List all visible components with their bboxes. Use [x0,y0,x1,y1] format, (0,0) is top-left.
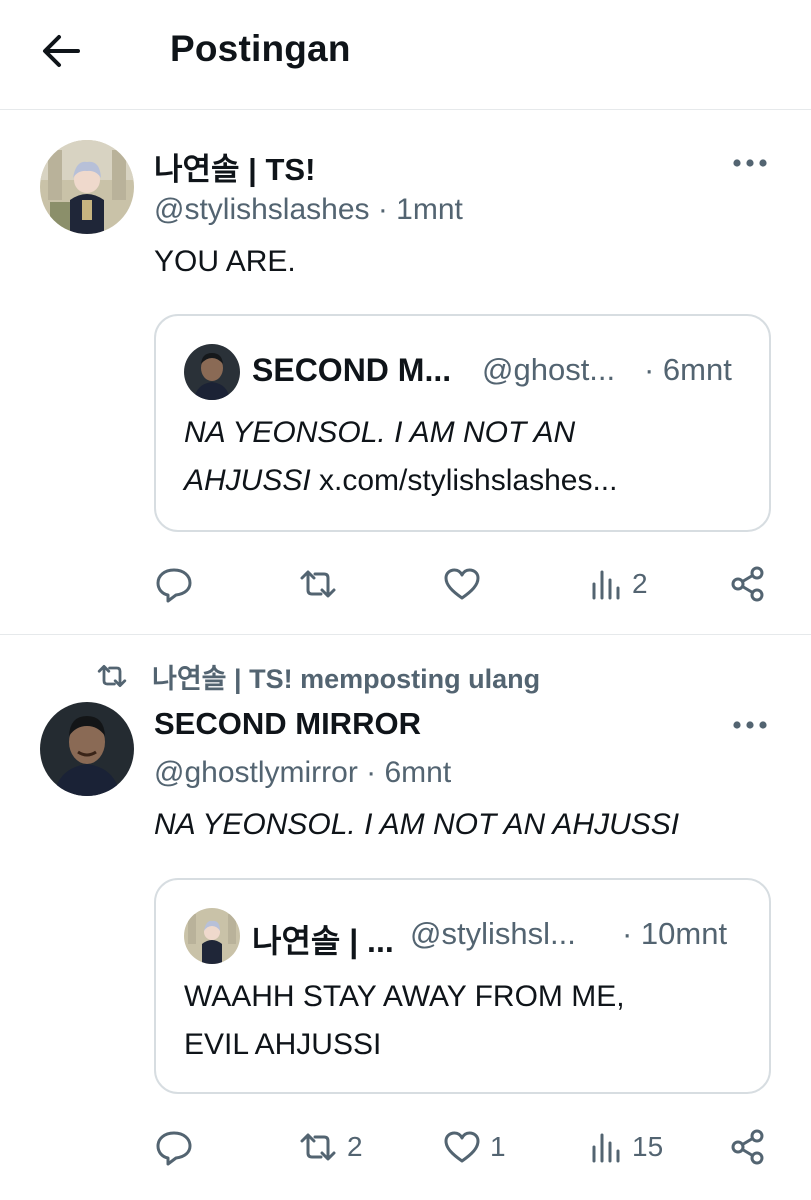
quoted-post[interactable]: 나연솔 | ... @stylishsl... · 10mnt WAAHH ST… [154,878,771,1094]
quoted-time: · 10mnt [622,916,728,951]
repost-button[interactable]: 2 [297,1125,363,1169]
more-horizontal-icon [733,721,767,729]
author-handle-time[interactable]: @ghostlymirror · 6mnt [154,756,451,790]
quoted-link[interactable]: x.com/stylishslashes... [311,464,617,497]
quoted-avatar [184,908,240,964]
post[interactable]: 나연솔 | TS! @stylishslashes · 1mnt YOU ARE… [0,111,811,635]
repost-icon [97,665,127,687]
arrow-left-icon [43,35,80,67]
post[interactable]: 나연솔 | TS! memposting ulang SECOND MIRROR… [0,636,811,1200]
author-handle-time[interactable]: @stylishslashes · 1mnt [154,193,463,227]
reply-icon [156,1131,192,1166]
quoted-author-name: 나연솔 | ... [252,923,394,959]
back-button[interactable] [38,28,84,74]
repost-icon [300,1133,336,1161]
views-count: 2 [632,568,648,599]
heart-icon [444,1131,480,1163]
post-text: YOU ARE. [154,245,296,278]
page-title: Postingan [170,28,351,69]
heart-icon [444,568,480,600]
share-icon [731,1129,764,1165]
quoted-text-line1: NA YEONSOL. I AM NOT AN [184,416,576,449]
top-app-bar: Postingan [0,0,811,110]
share-button[interactable] [728,562,768,606]
quoted-text-italic: AHJUSSI [184,464,311,497]
like-button[interactable] [442,562,482,606]
author-name[interactable]: SECOND MIRROR [154,706,421,742]
reply-button[interactable] [154,562,194,606]
more-options-button[interactable] [728,153,772,173]
post-text: NA YEONSOL. I AM NOT AN AHJUSSI [154,808,680,841]
views-count: 15 [632,1131,664,1162]
avatar[interactable] [40,702,134,796]
post-actions: 2 1 15 [154,1125,774,1169]
repost-count: 2 [347,1131,363,1162]
repost-indicator[interactable]: 나연솔 | TS! memposting ulang [94,658,540,694]
share-icon [731,566,764,602]
quoted-time: · 6mnt [644,352,732,387]
repost-icon [300,570,336,598]
views-button[interactable]: 15 [588,1125,663,1169]
quoted-post[interactable]: SECOND M... @ghost... · 6mnt NA YEONSOL.… [154,314,771,532]
views-button[interactable]: 2 [588,562,648,606]
repost-button[interactable] [297,562,339,606]
author-name[interactable]: 나연솔 | TS! [154,144,315,189]
reply-icon [156,568,192,603]
repost-label: 나연솔 | TS! memposting ulang [152,663,541,694]
quoted-text-line2: EVIL AHJUSSI [184,1028,382,1061]
reply-button[interactable] [154,1125,194,1169]
bar-chart-icon [592,1133,620,1163]
bar-chart-icon [592,570,620,600]
quoted-author-name: SECOND M... [252,352,452,388]
like-count: 1 [490,1131,506,1162]
quoted-avatar [184,344,240,400]
more-options-button[interactable] [728,715,772,735]
post-actions: 2 [154,562,774,606]
quoted-text-line1: WAAHH STAY AWAY FROM ME, [184,980,625,1013]
more-horizontal-icon [733,159,767,167]
quoted-author-handle: @stylishsl... [410,916,576,951]
avatar[interactable] [40,140,134,234]
quoted-author-handle: @ghost... [482,352,616,387]
like-button[interactable]: 1 [442,1125,506,1169]
quoted-text-line2: AHJUSSI x.com/stylishslashes... [184,464,617,498]
share-button[interactable] [728,1125,768,1169]
